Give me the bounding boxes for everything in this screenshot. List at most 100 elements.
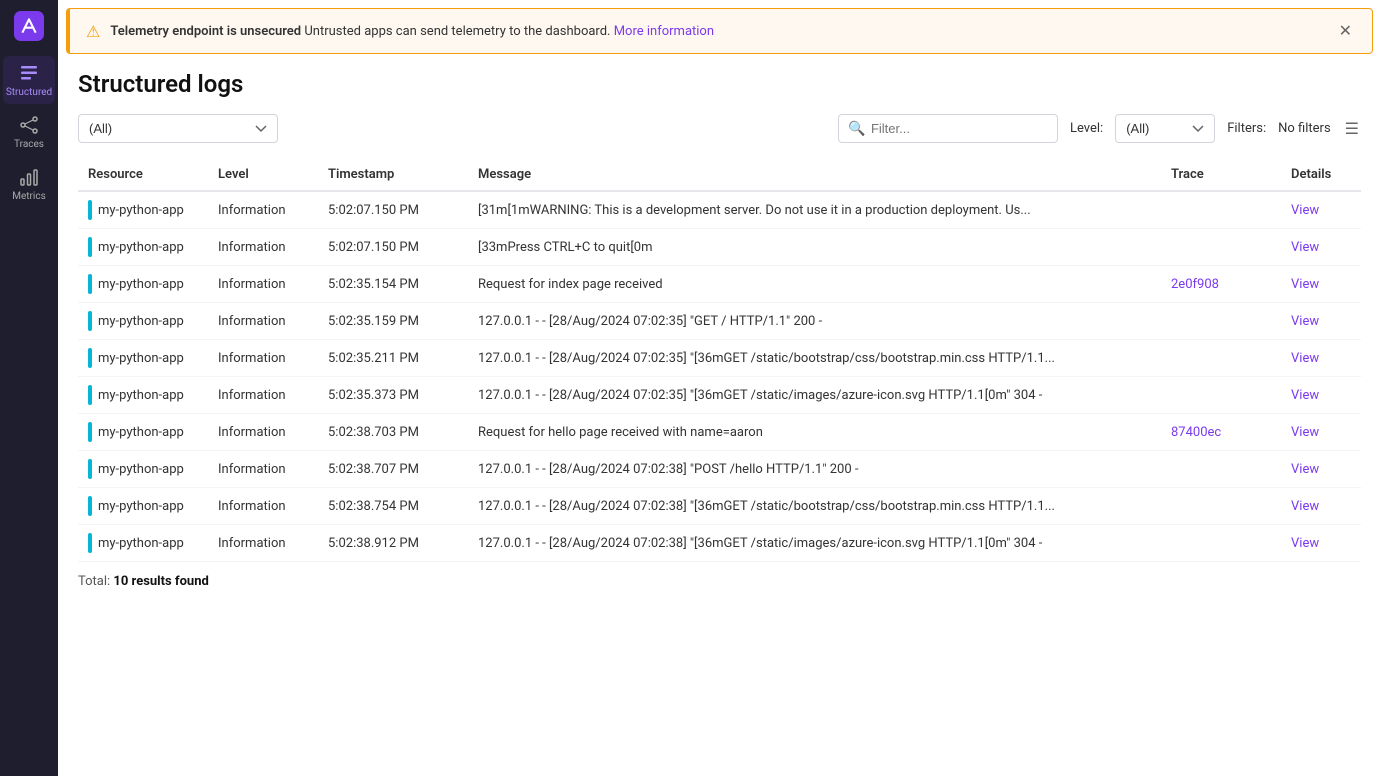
level-cell: Information <box>208 266 318 303</box>
level-cell: Information <box>208 451 318 488</box>
details-cell[interactable]: View <box>1281 414 1361 451</box>
resource-indicator <box>88 533 92 553</box>
resource-cell: my-python-app <box>78 525 208 562</box>
view-link[interactable]: View <box>1291 499 1319 514</box>
table-row: my-python-appInformation5:02:38.703 PMRe… <box>78 414 1361 451</box>
view-link[interactable]: View <box>1291 536 1319 551</box>
table-row: my-python-app Information5:02:35.373 PM12… <box>78 377 1361 414</box>
alert-icon: ⚠ <box>86 22 100 41</box>
resource-indicator <box>88 237 92 257</box>
message-cell: 127.0.0.1 - - [28/Aug/2024 07:02:35] "[… <box>468 377 1161 414</box>
footer: Total: 10 results found <box>78 562 1361 589</box>
resource-name: my-python-app <box>98 314 184 329</box>
timestamp-cell: 5:02:35.154 PM <box>318 266 468 303</box>
main-content: ⚠ Telemetry endpoint is unsecured Untrus… <box>58 0 1381 776</box>
view-link[interactable]: View <box>1291 388 1319 403</box>
trace-cell <box>1161 191 1281 229</box>
trace-link[interactable]: 2e0f908 <box>1171 277 1219 292</box>
alert-link[interactable]: More information <box>614 24 714 39</box>
resource-select[interactable]: (All) my-python-app <box>78 114 278 143</box>
table-body: my-python-appInformation5:02:07.150 PM[… <box>78 191 1361 562</box>
sidebar-item-structured[interactable]: Structured <box>3 56 55 104</box>
structured-icon <box>18 62 40 84</box>
resource-indicator <box>88 385 92 405</box>
resource-cell: my-python-app <box>78 414 208 451</box>
message-cell: 127.0.0.1 - - [28/Aug/2024 07:02:38] "PO… <box>468 451 1161 488</box>
trace-cell[interactable]: 87400ec <box>1161 414 1281 451</box>
table-row: my-python-appInformation5:02:38.754 PM12… <box>78 488 1361 525</box>
col-details: Details <box>1281 159 1361 191</box>
resource-cell: my-python-app <box>78 266 208 303</box>
details-cell[interactable]: View <box>1281 525 1361 562</box>
no-filters-text: No filters <box>1278 121 1331 136</box>
level-cell: Information <box>208 191 318 229</box>
timestamp-cell: 5:02:35.211 PM <box>318 340 468 377</box>
view-link[interactable]: View <box>1291 351 1319 366</box>
trace-cell[interactable]: 2e0f908 <box>1161 266 1281 303</box>
trace-cell <box>1161 229 1281 266</box>
filter-settings-button[interactable]: ☰ <box>1343 117 1361 141</box>
resource-name: my-python-app <box>98 203 184 218</box>
col-message: Message <box>468 159 1161 191</box>
resource-cell: my-python-app <box>78 451 208 488</box>
resource-name: my-python-app <box>98 499 184 514</box>
footer-count: 10 results found <box>113 574 208 589</box>
alert-close-button[interactable]: ✕ <box>1335 19 1356 43</box>
resource-indicator <box>88 311 92 331</box>
footer-prefix: Total: <box>78 574 113 589</box>
app-logo <box>11 8 47 44</box>
view-link[interactable]: View <box>1291 314 1319 329</box>
view-link[interactable]: View <box>1291 203 1319 218</box>
details-cell[interactable]: View <box>1281 377 1361 414</box>
trace-link[interactable]: 87400ec <box>1171 425 1221 440</box>
view-link[interactable]: View <box>1291 425 1319 440</box>
view-link[interactable]: View <box>1291 277 1319 292</box>
resource-indicator <box>88 200 92 220</box>
level-cell: Information <box>208 377 318 414</box>
sidebar-item-metrics[interactable]: Metrics <box>3 160 55 208</box>
level-select[interactable]: (All) Information Warning Error Debug <box>1115 114 1215 143</box>
alert-banner: ⚠ Telemetry endpoint is unsecured Untrus… <box>66 8 1373 54</box>
page-title: Structured logs <box>78 70 1361 98</box>
resource-cell: my-python-app <box>78 488 208 525</box>
resource-name: my-python-app <box>98 536 184 551</box>
timestamp-cell: 5:02:38.703 PM <box>318 414 468 451</box>
details-cell[interactable]: View <box>1281 266 1361 303</box>
level-cell: Information <box>208 229 318 266</box>
filter-wrapper: 🔍 <box>838 114 1058 143</box>
level-cell: Information <box>208 525 318 562</box>
table-row: my-python-appInformation5:02:35.154 PMRe… <box>78 266 1361 303</box>
view-link[interactable]: View <box>1291 240 1319 255</box>
filters-label: Filters: <box>1227 121 1266 136</box>
trace-cell <box>1161 451 1281 488</box>
resource-indicator <box>88 422 92 442</box>
sidebar: Structured Traces Metrics <box>0 0 58 776</box>
view-link[interactable]: View <box>1291 462 1319 477</box>
sidebar-item-traces[interactable]: Traces <box>3 108 55 156</box>
col-trace: Trace <box>1161 159 1281 191</box>
resource-name: my-python-app <box>98 425 184 440</box>
details-cell[interactable]: View <box>1281 191 1361 229</box>
level-cell: Information <box>208 414 318 451</box>
resource-indicator <box>88 348 92 368</box>
message-cell: 127.0.0.1 - - [28/Aug/2024 07:02:35] "GE… <box>468 303 1161 340</box>
resource-name: my-python-app <box>98 277 184 292</box>
resource-name: my-python-app <box>98 462 184 477</box>
details-cell[interactable]: View <box>1281 303 1361 340</box>
details-cell[interactable]: View <box>1281 340 1361 377</box>
alert-text: Telemetry endpoint is unsecured Untruste… <box>110 24 1324 39</box>
resource-indicator <box>88 496 92 516</box>
resource-indicator <box>88 274 92 294</box>
traces-icon <box>18 114 40 136</box>
resource-name: my-python-app <box>98 351 184 366</box>
timestamp-cell: 5:02:35.373 PM <box>318 377 468 414</box>
resource-name: my-python-app <box>98 388 184 403</box>
details-cell[interactable]: View <box>1281 451 1361 488</box>
filter-input[interactable] <box>838 114 1058 143</box>
table-row: my-python-appInformation5:02:35.211 PM12… <box>78 340 1361 377</box>
level-cell: Information <box>208 303 318 340</box>
details-cell[interactable]: View <box>1281 229 1361 266</box>
message-cell: [31m[1mWARNING: This is a development … <box>468 191 1161 229</box>
log-table: Resource Level Timestamp Message Trace D… <box>78 159 1361 562</box>
details-cell[interactable]: View <box>1281 488 1361 525</box>
